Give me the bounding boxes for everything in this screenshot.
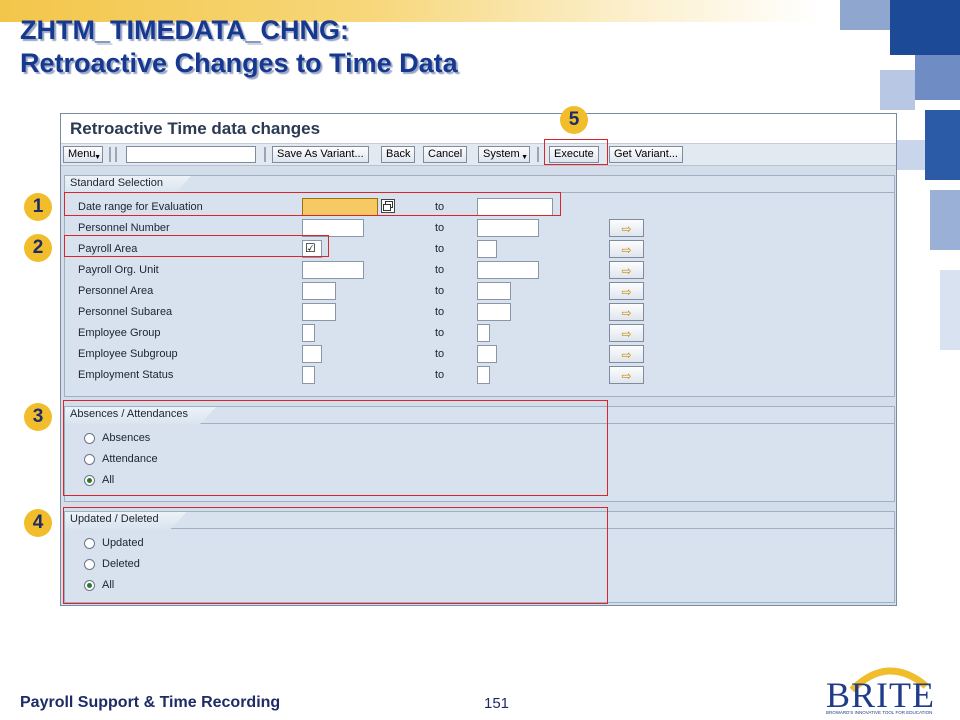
to-label: to (435, 243, 445, 255)
menu-button[interactable]: Menu ▼ (63, 146, 103, 163)
callout-badge-1: 1 (24, 193, 52, 221)
toolbar-separator (109, 147, 111, 162)
employee-group-to-field[interactable] (477, 324, 490, 342)
multiple-selection-button[interactable]: ⇨ (609, 303, 644, 321)
row-label-personnel-area: Personnel Area (78, 285, 154, 297)
arrow-right-icon: ⇨ (621, 306, 632, 320)
employee-subgroup-to-field[interactable] (477, 345, 497, 363)
personnel-area-from-field[interactable] (302, 282, 336, 300)
arrow-right-icon: ⇨ (621, 285, 632, 299)
command-field[interactable] (126, 146, 256, 163)
to-label: to (435, 327, 445, 339)
highlight-updated (63, 507, 608, 604)
callout-badge-3: 3 (24, 403, 52, 431)
system-menu-button[interactable]: System ▼ (478, 146, 530, 163)
arrow-right-icon: ⇨ (621, 264, 632, 278)
arrow-right-icon: ⇨ (621, 222, 632, 236)
to-label: to (435, 306, 445, 318)
to-label: to (435, 369, 445, 381)
multiple-selection-button[interactable]: ⇨ (609, 240, 644, 258)
highlight-payroll-area (64, 235, 329, 257)
arrow-right-icon: ⇨ (621, 243, 632, 257)
personnel-subarea-to-field[interactable] (477, 303, 511, 321)
employment-status-to-field[interactable] (477, 366, 490, 384)
row-label-employee-group: Employee Group (78, 327, 161, 339)
brite-logo: BRITE BROWARD'S INNOVATIVE TOOL FOR EDUC… (822, 662, 954, 718)
multiple-selection-button[interactable]: ⇨ (609, 345, 644, 363)
payroll-org-unit-to-field[interactable] (477, 261, 539, 279)
multiple-selection-button[interactable]: ⇨ (609, 219, 644, 237)
employment-status-from-field[interactable] (302, 366, 315, 384)
callout-badge-5: 5 (560, 106, 588, 134)
callout-badge-4: 4 (24, 509, 52, 537)
multiple-selection-button[interactable]: ⇨ (609, 282, 644, 300)
employee-subgroup-from-field[interactable] (302, 345, 322, 363)
arrow-right-icon: ⇨ (621, 327, 632, 341)
to-label: to (435, 264, 445, 276)
employee-group-from-field[interactable] (302, 324, 315, 342)
arrow-right-icon: ⇨ (621, 369, 632, 383)
to-label: to (435, 285, 445, 297)
slide-title: ZHTM_TIMEDATA_CHNG: Retroactive Changes … (20, 14, 660, 80)
menu-label: Menu (68, 148, 96, 160)
toolbar-separator (537, 147, 539, 162)
window-title-bar: Retroactive Time data changes (61, 114, 896, 144)
personnel-subarea-from-field[interactable] (302, 303, 336, 321)
row-label-payroll-org-unit: Payroll Org. Unit (78, 264, 159, 276)
row-label-personnel-subarea: Personnel Subarea (78, 306, 173, 318)
multiple-selection-button[interactable]: ⇨ (609, 261, 644, 279)
get-variant-button[interactable]: Get Variant... (609, 146, 683, 163)
logo-tagline: BROWARD'S INNOVATIVE TOOL FOR EDUCATION (826, 710, 933, 715)
row-label-personnel-number: Personnel Number (78, 222, 170, 234)
dropdown-arrow-icon: ▼ (94, 154, 101, 161)
row-label-employee-subgroup: Employee Subgroup (78, 348, 178, 360)
cancel-button[interactable]: Cancel (423, 146, 468, 163)
group-title: Standard Selection (65, 176, 191, 193)
toolbar-separator (115, 147, 117, 162)
multiple-selection-button[interactable]: ⇨ (609, 324, 644, 342)
highlight-execute (544, 139, 608, 165)
back-button[interactable]: Back (381, 146, 416, 163)
dropdown-arrow-icon: ▼ (521, 154, 528, 161)
system-label: System (483, 148, 520, 160)
payroll-area-to-field[interactable] (477, 240, 497, 258)
footer-title: Payroll Support & Time Recording (20, 694, 281, 711)
window-title: Retroactive Time data changes (70, 119, 321, 138)
personnel-number-to-field[interactable] (477, 219, 539, 237)
toolbar-separator (264, 147, 266, 162)
personnel-area-to-field[interactable] (477, 282, 511, 300)
slide-title-line2: Retroactive Changes to Time Data (20, 48, 458, 78)
arrow-right-icon: ⇨ (621, 348, 632, 362)
callout-badge-2: 2 (24, 234, 52, 262)
save-as-variant-button[interactable]: Save As Variant... (272, 146, 369, 163)
application-toolbar: Menu ▼ Save As Variant... Back Cancel Sys… (61, 144, 896, 166)
highlight-absences (63, 400, 608, 496)
highlight-date-range (64, 192, 561, 216)
to-label: to (435, 222, 445, 234)
row-label-employment-status: Employment Status (78, 369, 174, 381)
to-label: to (435, 348, 445, 360)
slide-title-line1: ZHTM_TIMEDATA_CHNG: (20, 15, 349, 45)
payroll-org-unit-from-field[interactable] (302, 261, 364, 279)
page-number: 151 (484, 695, 510, 712)
multiple-selection-button[interactable]: ⇨ (609, 366, 644, 384)
